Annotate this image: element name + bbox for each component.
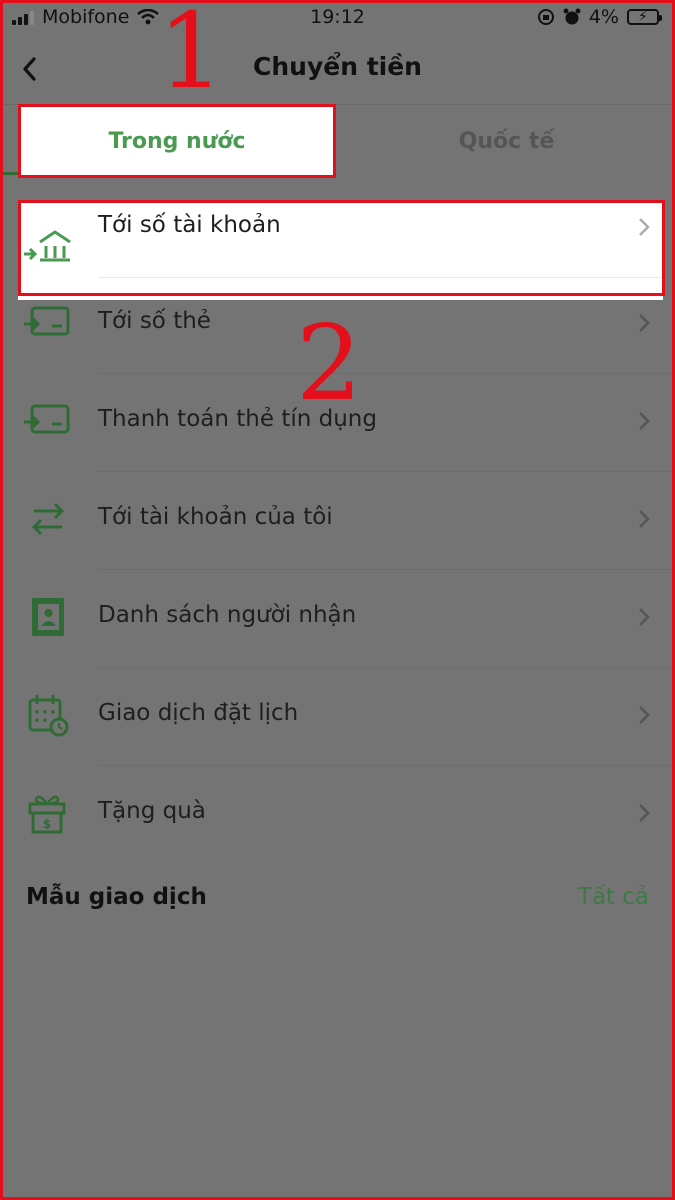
view-all-link[interactable]: Tất cả: [578, 884, 649, 910]
chevron-right-icon: [639, 314, 650, 332]
menu-item-recipients[interactable]: Danh sách người nhận: [0, 570, 675, 668]
tab-bar: Trong nước Quốc tế: [0, 104, 675, 178]
alarm-icon: [563, 8, 581, 25]
credit-card-payment-icon: [24, 404, 70, 434]
annotation-step-1: 1: [158, 0, 225, 112]
contact-book-icon: [32, 598, 64, 636]
swap-arrows-icon: [31, 502, 65, 536]
section-title: Mẫu giao dịch: [26, 884, 207, 910]
menu-item-gift[interactable]: $ Tặng quà: [0, 766, 675, 864]
active-tab-indicator: [0, 172, 18, 175]
transaction-templates-section: Mẫu giao dịch Tất cả: [0, 860, 675, 936]
annotation-step-2: 2: [296, 302, 363, 424]
calendar-clock-icon: [28, 695, 69, 737]
app-header: Chuyển tiền: [0, 36, 675, 105]
battery-percent: 4%: [588, 6, 619, 28]
battery-icon: ⚡: [627, 9, 662, 25]
menu-item-my-account[interactable]: Tới tài khoản của tôi: [0, 472, 675, 570]
chevron-right-icon: [639, 608, 650, 626]
tab-domestic[interactable]: Trong nước: [18, 104, 336, 178]
bank-transfer-icon: [24, 230, 71, 262]
chevron-right-icon: [639, 218, 650, 236]
page-title: Chuyển tiền: [253, 52, 422, 81]
chevron-right-icon: [639, 804, 650, 822]
menu-item-label: Tới số thẻ: [98, 308, 211, 334]
menu-item-label: Tới số tài khoản: [98, 212, 281, 238]
chevron-right-icon: [639, 706, 650, 724]
menu-item-label: Giao dịch đặt lịch: [98, 700, 299, 726]
chevron-right-icon: [639, 412, 650, 430]
tab-international[interactable]: Quốc tế: [338, 104, 675, 178]
menu-item-label: Tặng quà: [98, 798, 206, 824]
menu-item-label: Tới tài khoản của tôi: [98, 504, 333, 530]
svg-text:$: $: [43, 817, 51, 831]
menu-item-label: Danh sách người nhận: [98, 602, 357, 628]
menu-item-scheduled-transactions[interactable]: Giao dịch đặt lịch: [0, 668, 675, 766]
status-bar: Mobifone 19:12 4% ⚡: [0, 0, 675, 36]
chevron-right-icon: [639, 510, 650, 528]
card-transfer-icon: [24, 306, 70, 336]
orientation-lock-icon: [537, 9, 554, 25]
gift-icon: $: [28, 795, 66, 834]
